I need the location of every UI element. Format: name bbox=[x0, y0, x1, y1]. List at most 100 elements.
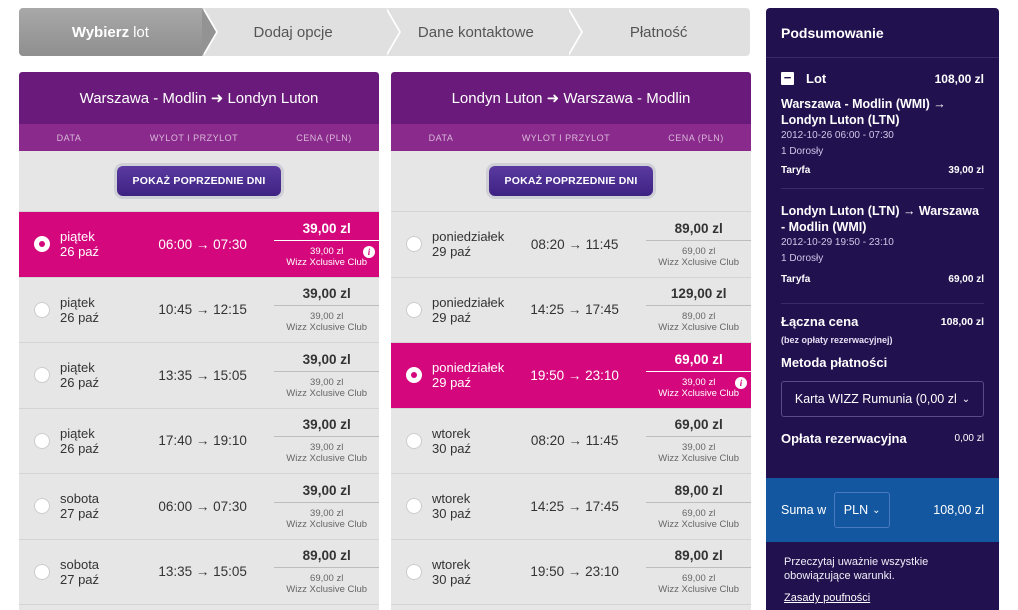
currency-value: PLN bbox=[843, 503, 869, 517]
collapse-minus-icon[interactable]: − bbox=[781, 71, 794, 85]
flight-date: piątek 26 paź bbox=[60, 295, 141, 325]
flight-times: 10:45 → 12:15 bbox=[158, 302, 247, 318]
regular-price: 39,00 zl bbox=[274, 417, 379, 438]
summary-flight-line: − Lot 108,00 zl bbox=[766, 71, 999, 86]
flight-date: piątek 26 paź bbox=[60, 229, 141, 259]
flight-amount: 108,00 zl bbox=[934, 71, 984, 86]
club-price: 69,00 zl bbox=[310, 573, 344, 585]
flight-radio[interactable] bbox=[406, 432, 422, 449]
segment-route: Londyn Luton (LTN) → Warszawa - Modlin (… bbox=[781, 204, 979, 234]
flight-row[interactable]: piątek 26 paź 17:40 → 19:10 39,00 zl 39,00 z… bbox=[19, 408, 379, 474]
fare-line: Taryfa 69,00 zl bbox=[766, 274, 999, 285]
flight-times: 08:20 → 11:45 bbox=[530, 236, 619, 252]
flight-row[interactable]: wtorek 30 paź 14:25 → 17:45 89,00 zl 69,00 z… bbox=[391, 474, 751, 540]
col-price: CENA (PLN) bbox=[296, 132, 352, 143]
flight-price: 39,00 zl 39,00 zl Wizz Xclusive Club i bbox=[274, 221, 379, 268]
club-name: Wizz Xclusive Club bbox=[286, 322, 368, 334]
info-icon[interactable]: i bbox=[734, 376, 747, 389]
col-date: DATA bbox=[56, 132, 82, 143]
club-name: Wizz Xclusive Club bbox=[286, 518, 368, 530]
segment-route: Warszawa - Modlin (WMI) → Londyn Luton (… bbox=[781, 97, 946, 127]
regular-price: 69,00 zl bbox=[646, 417, 751, 438]
show-previous-days-button[interactable]: POKAŻ POPRZEDNIE DNI bbox=[116, 166, 282, 196]
payment-method-select[interactable]: Karta WIZZ Rumunia (0,00 zl ⌄ bbox=[781, 381, 984, 417]
fare-value: 39,00 zl bbox=[948, 165, 984, 176]
flight-day-month: 26 paź bbox=[60, 244, 100, 260]
info-icon[interactable]: i bbox=[362, 245, 375, 258]
flight-day-month: 27 paź bbox=[60, 571, 100, 587]
flight-weekday: sobota bbox=[60, 491, 100, 507]
step-select-flight[interactable]: Wybierz lot bbox=[19, 8, 218, 56]
club-name: Wizz Xclusive Club bbox=[286, 387, 368, 399]
flight-day-month: 26 paź bbox=[60, 440, 100, 456]
flight-radio[interactable] bbox=[406, 367, 422, 384]
flight-price: 39,00 zl 39,00 zl Wizz Xclusive Club bbox=[274, 483, 379, 530]
flight-radio[interactable] bbox=[406, 563, 422, 580]
prev-days-wrap: POKAŻ POPRZEDNIE DNI bbox=[391, 151, 751, 212]
outbound-route-title: Warszawa - Modlin ➜ Londyn Luton bbox=[19, 72, 379, 124]
flight-price: 129,00 zl 89,00 zl Wizz Xclusive Club bbox=[646, 286, 751, 333]
club-name: Wizz Xclusive Club bbox=[658, 453, 740, 465]
flight-row[interactable]: poniedziałek 29 paź 19:50 → 23:10 69,00 zl 3… bbox=[391, 343, 751, 409]
flight-radio[interactable] bbox=[406, 236, 422, 253]
club-name: Wizz Xclusive Club bbox=[658, 387, 740, 399]
currency-select[interactable]: PLN ⌄ bbox=[834, 492, 891, 528]
regular-price: 89,00 zl bbox=[646, 548, 751, 569]
flight-row[interactable]: piątek 26 paź 10:45 → 12:15 39,00 zl 39,00 z… bbox=[19, 277, 379, 343]
prev-days-wrap: POKAŻ POPRZEDNIE DNI bbox=[19, 151, 379, 212]
fare-label: Taryfa bbox=[781, 165, 811, 176]
club-price: 39,00 zl bbox=[310, 311, 344, 323]
flight-row[interactable]: piątek 26 paź 06:00 → 07:30 39,00 zl 39,00 z… bbox=[19, 212, 379, 278]
flight-radio[interactable] bbox=[34, 432, 50, 449]
flight-price: 89,00 zl 69,00 zl Wizz Xclusive Club bbox=[646, 483, 751, 530]
flight-row[interactable]: wtorek 30 paź 19:50 → 23:10 89,00 zl 69,00 z… bbox=[391, 539, 751, 605]
flight-date: poniedziałek 29 paź bbox=[432, 295, 513, 325]
flight-weekday: wtorek bbox=[432, 556, 471, 572]
flight-times: 08:20 → 11:45 bbox=[530, 433, 619, 449]
flight-row[interactable]: piątek 26 paź 13:35 → 15:05 39,00 zl 39,00 z… bbox=[19, 343, 379, 409]
fare-label: Taryfa bbox=[781, 274, 811, 285]
step-label: Dodaj opcje bbox=[253, 23, 333, 41]
flight-label: Lot bbox=[806, 71, 827, 86]
club-name: Wizz Xclusive Club bbox=[286, 453, 368, 465]
club-price: 69,00 zl bbox=[682, 245, 716, 257]
flight-price: 69,00 zl 39,00 zl Wizz Xclusive Club bbox=[646, 417, 751, 464]
total-note: (bez opłaty rezerwacyjnej) bbox=[781, 335, 893, 345]
regular-price: 89,00 zl bbox=[274, 548, 379, 569]
club-price: 69,00 zl bbox=[682, 573, 716, 585]
flight-radio[interactable] bbox=[34, 498, 50, 515]
summary-title: Podsumowanie bbox=[766, 8, 999, 58]
flight-date: wtorek 30 paź bbox=[432, 557, 513, 587]
show-previous-days-button[interactable]: POKAŻ POPRZEDNIE DNI bbox=[488, 166, 654, 196]
flight-row[interactable]: sobota 27 paź 13:35 → 15:05 89,00 zl 69,00 z… bbox=[19, 539, 379, 605]
regular-price: 89,00 zl bbox=[646, 483, 751, 503]
flight-radio[interactable] bbox=[34, 367, 50, 384]
flight-day-month: 29 paź bbox=[432, 309, 472, 325]
payment-method-label: Metoda płatności bbox=[781, 355, 888, 370]
flight-row[interactable]: poniedziałek 29 paź 08:20 → 11:45 89,00 zl 6… bbox=[391, 212, 751, 278]
flight-radio[interactable] bbox=[406, 498, 422, 515]
club-price: 69,00 zl bbox=[682, 507, 716, 519]
flight-times: 19:50 → 23:10 bbox=[530, 564, 619, 580]
segment-datetime: 2012-10-29 19:50 - 23:10 bbox=[781, 237, 894, 248]
flight-weekday: piątek bbox=[60, 229, 95, 245]
flight-row[interactable]: wtorek 30 paź 08:20 → 11:45 69,00 zl 39,00 z… bbox=[391, 408, 751, 474]
flight-radio[interactable] bbox=[34, 236, 50, 253]
club-name: Wizz Xclusive Club bbox=[658, 584, 740, 596]
flight-day-month: 29 paź bbox=[432, 375, 472, 391]
fare-line: Taryfa 39,00 zl bbox=[766, 165, 999, 176]
flight-radio[interactable] bbox=[34, 301, 50, 318]
privacy-policy-link[interactable]: Zasady poufności bbox=[784, 592, 870, 604]
inbound-flights-panel: Londyn Luton ➜ Warszawa - Modlin DATA WY… bbox=[391, 72, 751, 610]
flight-row[interactable]: sobota 27 paź 06:00 → 07:30 39,00 zl 39,00 z… bbox=[19, 474, 379, 540]
step-add-options[interactable]: Dodaj opcje bbox=[201, 8, 401, 56]
step-payment[interactable]: Płatność bbox=[567, 8, 750, 56]
flight-radio[interactable] bbox=[34, 563, 50, 580]
flight-weekday: piątek bbox=[60, 425, 95, 441]
flight-date: sobota 27 paź bbox=[60, 557, 141, 587]
step-arrow-icon bbox=[384, 8, 399, 56]
flight-row[interactable]: poniedziałek 29 paź 14:25 → 17:45 129,00 zl… bbox=[391, 277, 751, 343]
step-contact-details[interactable]: Dane kontaktowe bbox=[384, 8, 584, 56]
flight-times: 13:35 → 15:05 bbox=[158, 367, 247, 383]
flight-radio[interactable] bbox=[406, 301, 422, 318]
